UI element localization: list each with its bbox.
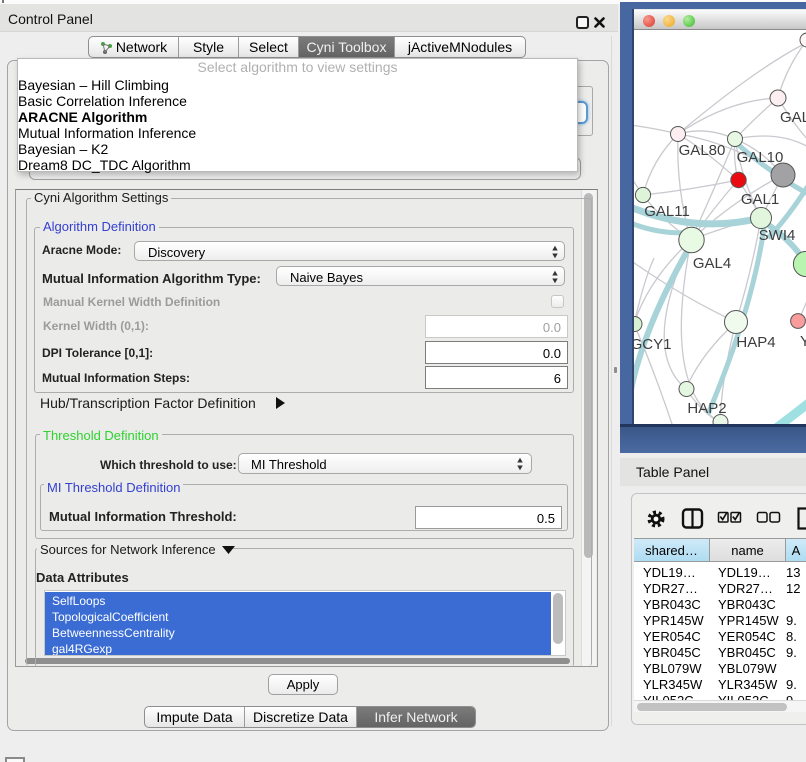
svg-text:HAP2: HAP2 bbox=[687, 400, 726, 417]
svg-text:GCY1: GCY1 bbox=[634, 336, 671, 353]
svg-text:GAL1: GAL1 bbox=[741, 191, 779, 208]
svg-text:GAL80: GAL80 bbox=[679, 142, 726, 159]
svg-text:SWI4: SWI4 bbox=[759, 227, 796, 244]
svg-text:Y: Y bbox=[800, 333, 806, 350]
svg-text:GAL10: GAL10 bbox=[737, 149, 784, 166]
svg-text:GAL11: GAL11 bbox=[644, 203, 690, 220]
svg-text:HAP4: HAP4 bbox=[736, 334, 775, 351]
svg-text:GAL7: GAL7 bbox=[780, 109, 806, 126]
svg-text:GAL4: GAL4 bbox=[693, 255, 731, 272]
